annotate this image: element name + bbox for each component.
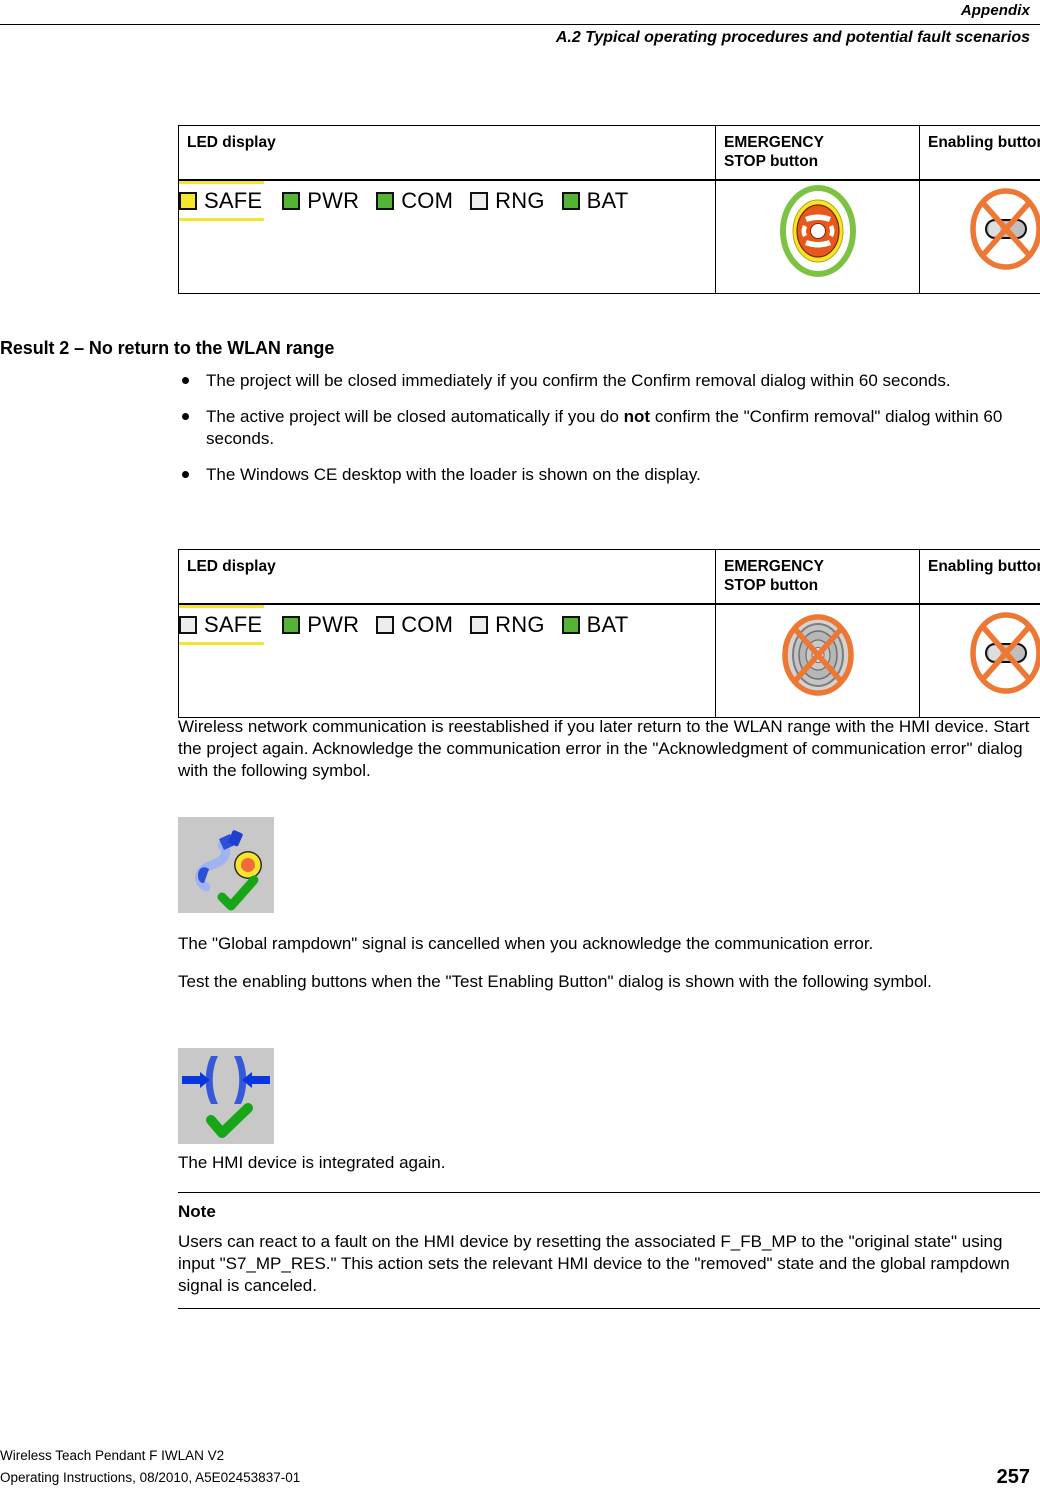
bullet-icon [182, 471, 189, 478]
led-box-rng [470, 192, 489, 210]
led-label-pwr: PWR [307, 612, 360, 637]
led-label-bat: BAT [586, 188, 629, 213]
list-item: The active project will be closed automa… [178, 406, 1040, 450]
emergency-stop-disabled-icon [772, 605, 864, 710]
emergency-stop-cell [715, 603, 920, 718]
led-box-pwr [282, 616, 301, 634]
led-box-safe [179, 192, 197, 210]
paragraph-before-symbol2: Test the enabling buttons when the "Test… [178, 972, 932, 991]
led-state-table-1: LED display EMERGENCY STOP button Enabli… [178, 125, 1040, 294]
led-indicator-safe: SAFE [179, 614, 262, 636]
page-number: 257 [996, 1466, 1030, 1488]
bullet-icon [182, 377, 189, 384]
table-header-row: LED display EMERGENCY STOP button Enabli… [178, 549, 1040, 605]
column-header-enabling-button: Enabling button [919, 549, 1040, 605]
enabling-button-disabled-icon [962, 605, 1040, 706]
header-divider [0, 24, 1040, 25]
symbol-1-wrapper [178, 817, 274, 913]
paragraph-after-table2-wrapper: Wireless network communication is reesta… [178, 716, 1040, 782]
enabling-button-cell [919, 179, 1040, 294]
paragraph-after-symbol1-wrapper: The "Global rampdown" signal is cancelle… [178, 933, 1040, 993]
bullet-list-wrapper: The project will be closed immediately i… [178, 370, 1040, 500]
bullet-text: The project will be closed immediately i… [206, 371, 951, 390]
test-enabling-button-symbol [178, 1048, 274, 1144]
emergency-stop-active-icon [772, 181, 864, 286]
note-bottom-divider [178, 1308, 1040, 1309]
led-label-pwr: PWR [307, 188, 360, 213]
led-label-com: COM [401, 612, 454, 637]
result-heading: Result 2 – No return to the WLAN range [0, 338, 335, 358]
safe-led-highlight: SAFE [179, 605, 270, 645]
bullet-text-emphasis: not [623, 407, 651, 426]
table-2-wrapper: LED display EMERGENCY STOP button Enabli… [178, 549, 1040, 718]
footer-product-title: Wireless Teach Pendant F IWLAN V2 [0, 1448, 225, 1463]
led-indicator-strip: SAFE PWR COM RNG BAT [179, 605, 715, 645]
led-indicator-rng: RNG [470, 614, 545, 636]
led-label-com: COM [401, 188, 454, 213]
symbol-2-wrapper [178, 1048, 274, 1144]
paragraph-after-symbol2-wrapper: The HMI device is integrated again. [178, 1152, 1040, 1174]
result-bullet-list: The project will be closed immediately i… [178, 370, 1040, 486]
led-indicator-com: COM [376, 614, 453, 636]
led-label-rng: RNG [495, 612, 545, 637]
led-display-cell: SAFE PWR COM RNG BAT [178, 603, 716, 718]
result-heading-wrapper: Result 2 – No return to the WLAN range [0, 338, 1040, 359]
bullet-icon [182, 413, 189, 420]
emergency-stop-cell [715, 179, 920, 294]
led-indicator-bat: BAT [561, 612, 629, 637]
bullet-text-pre: The active project will be closed automa… [206, 407, 624, 426]
column-header-emergency-stop: EMERGENCY STOP button [715, 125, 920, 181]
enabling-button-disabled-icon [962, 181, 1040, 282]
led-box-bat [561, 616, 580, 634]
led-label-safe: SAFE [204, 188, 263, 213]
document-page: Appendix A.2 Typical operating procedure… [0, 0, 1040, 1509]
bullet-text: The Windows CE desktop with the loader i… [206, 465, 701, 484]
enabling-button-cell [919, 603, 1040, 718]
led-state-table-2: LED display EMERGENCY STOP button Enabli… [178, 549, 1040, 718]
header-section: A.2 Typical operating procedures and pot… [555, 29, 1030, 46]
column-header-led-display: LED display [178, 125, 716, 181]
led-indicator-rng: RNG [470, 190, 545, 212]
led-indicator-safe: SAFE [179, 190, 262, 212]
led-label-rng: RNG [495, 188, 545, 213]
list-item: The Windows CE desktop with the loader i… [178, 464, 1040, 486]
safe-led-highlight: SAFE [179, 181, 270, 221]
led-indicator-bat: BAT [561, 188, 629, 213]
acknowledge-communication-error-symbol [178, 817, 274, 913]
paragraph-after-table2: Wireless network communication is reesta… [178, 717, 1030, 780]
led-box-com [376, 616, 395, 634]
led-indicator-pwr: PWR [282, 614, 359, 636]
list-item: The project will be closed immediately i… [178, 370, 1040, 392]
paragraph-after-symbol2: The HMI device is integrated again. [178, 1153, 446, 1172]
table-row: SAFE PWR COM RNG BAT [178, 603, 1040, 718]
column-header-enabling-button: Enabling button [919, 125, 1040, 181]
note-body: Users can react to a fault on the HMI de… [178, 1232, 1010, 1295]
led-box-rng [470, 616, 489, 634]
led-indicator-com: COM [376, 190, 453, 212]
note-box: Note Users can react to a fault on the H… [178, 1192, 1040, 1309]
led-display-cell: SAFE PWR COM RNG BAT [178, 179, 716, 294]
footer-document-info: Operating Instructions, 08/2010, A5E0245… [0, 1470, 301, 1485]
header-title: Appendix [960, 2, 1030, 19]
led-label-bat: BAT [586, 612, 629, 637]
table-header-row: LED display EMERGENCY STOP button Enabli… [178, 125, 1040, 181]
paragraph-after-symbol1: The "Global rampdown" signal is cancelle… [178, 934, 874, 953]
led-box-bat [561, 192, 580, 210]
column-header-emergency-stop: EMERGENCY STOP button [715, 549, 920, 605]
table-1-wrapper: LED display EMERGENCY STOP button Enabli… [178, 125, 1040, 294]
column-header-led-display: LED display [178, 549, 716, 605]
led-label-safe: SAFE [204, 612, 263, 637]
note-title: Note [178, 1202, 216, 1221]
led-indicator-pwr: PWR [282, 190, 359, 212]
led-indicator-strip: SAFE PWR COM RNG BAT [179, 181, 715, 221]
led-box-com [376, 192, 395, 210]
note-top-divider [178, 1192, 1040, 1193]
led-box-pwr [282, 192, 301, 210]
table-row: SAFE PWR COM RNG BAT [178, 179, 1040, 294]
led-box-safe [179, 616, 197, 634]
